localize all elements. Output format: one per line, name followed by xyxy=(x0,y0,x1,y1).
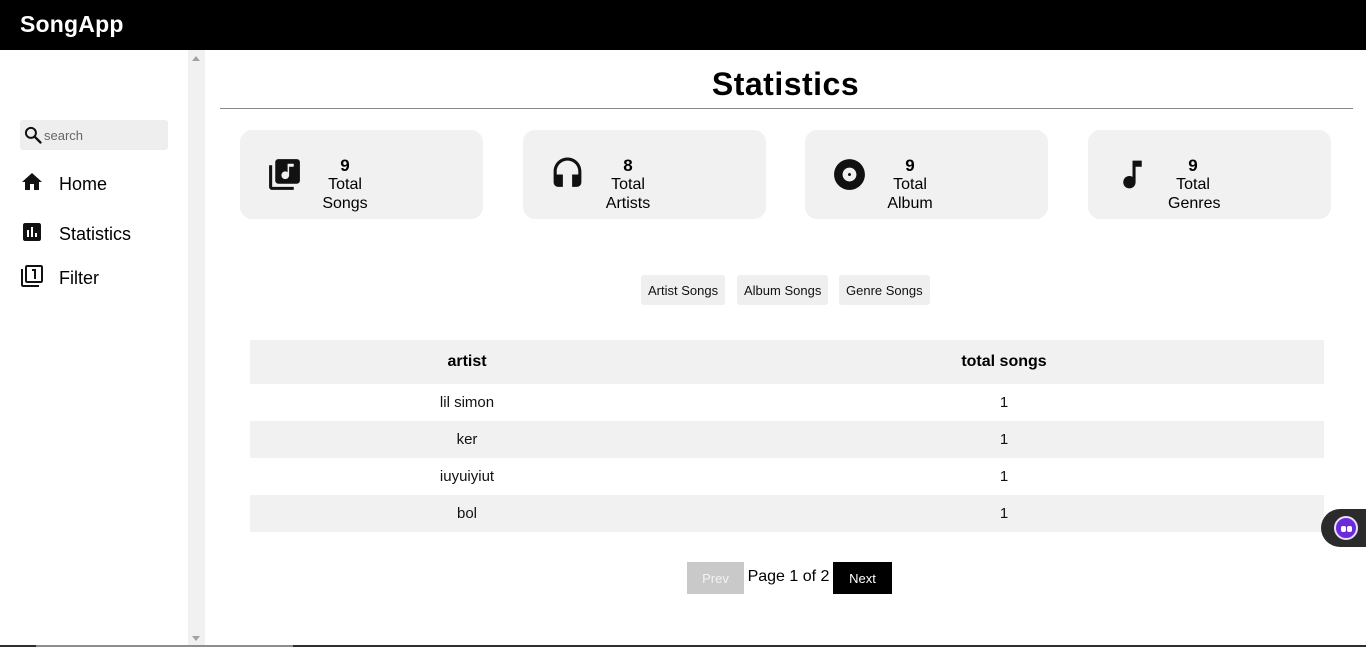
table-header-row: artist total songs xyxy=(250,340,1324,384)
app-brand[interactable]: SongApp xyxy=(20,11,124,38)
cell-total-songs: 1 xyxy=(999,468,1009,485)
stat-value: 9 xyxy=(1188,156,1198,175)
stat-label-line1: Total xyxy=(1176,176,1210,193)
main-content: Statistics 9 Total Songs 8 Total Artists… xyxy=(205,50,1366,647)
cell-artist: ker xyxy=(250,421,684,458)
prev-page-button[interactable]: Prev xyxy=(687,562,744,594)
stats-table: artist total songs lil simon 1 ker 1 iuy… xyxy=(250,340,1324,532)
cell-total-songs: 1 xyxy=(684,495,1324,532)
sidebar: Home Statistics Filter xyxy=(0,50,188,647)
search-input[interactable] xyxy=(44,125,162,145)
headphones-icon xyxy=(553,157,582,187)
stat-label-line2: Album xyxy=(887,195,933,212)
table-row[interactable]: ker 1 xyxy=(250,421,1324,458)
tab-artist-songs[interactable]: Artist Songs xyxy=(641,275,726,305)
stat-card-albums: 9 Total Album xyxy=(805,130,1048,219)
search-icon xyxy=(24,126,42,144)
stat-value: 9 xyxy=(340,156,350,175)
stat-label-line1: Total xyxy=(893,176,927,193)
stats-tab-row: Artist Songs Album Songs Genre Songs xyxy=(205,275,1366,305)
stat-label-line1: Total xyxy=(611,176,645,193)
cell-artist: bol xyxy=(250,495,684,532)
bot-face-icon xyxy=(1334,516,1358,540)
title-divider xyxy=(220,108,1353,109)
scroll-up-arrow-icon[interactable] xyxy=(192,56,200,61)
sidebar-item-label: Home xyxy=(59,174,108,194)
library-music-icon xyxy=(269,159,300,190)
cell-artist: iuyuiyiut xyxy=(439,468,495,485)
cell-total-songs: 1 xyxy=(999,394,1009,411)
music-note-icon xyxy=(1123,160,1142,189)
page-indicator: Page 1 of 2 xyxy=(747,568,830,585)
scroll-down-arrow-icon[interactable] xyxy=(192,636,200,641)
next-page-button[interactable]: Next xyxy=(833,562,892,594)
stat-label-line2: Genres xyxy=(1168,195,1221,212)
stat-label-line2: Artists xyxy=(605,195,651,212)
cell-total-songs: 1 xyxy=(684,421,1324,458)
table-row[interactable]: bol 1 xyxy=(250,495,1324,532)
tab-genre-songs[interactable]: Genre Songs xyxy=(839,275,930,305)
search-box[interactable] xyxy=(20,120,168,150)
stat-card-artists: 8 Total Artists xyxy=(523,130,766,219)
stat-card-genres: 9 Total Genres xyxy=(1088,130,1331,219)
album-disc-icon xyxy=(834,159,865,190)
stat-value: 9 xyxy=(905,156,915,175)
sidebar-item-label: Filter xyxy=(59,268,99,288)
bar-chart-icon xyxy=(23,223,41,241)
table-row[interactable]: iuyuiyiut 1 xyxy=(250,458,1324,495)
table-row[interactable]: lil simon 1 xyxy=(250,384,1324,421)
stat-label-line1: Total xyxy=(328,176,362,193)
column-header-total-songs[interactable]: total songs xyxy=(684,340,1324,384)
home-icon xyxy=(22,173,42,190)
stat-card-songs: 9 Total Songs xyxy=(240,130,483,219)
stat-value: 8 xyxy=(623,156,633,175)
column-header-artist[interactable]: artist xyxy=(250,340,684,384)
sidebar-item-label: Statistics xyxy=(59,224,132,244)
sidebar-scrollbar[interactable] xyxy=(188,50,205,647)
cell-artist: lil simon xyxy=(439,394,495,411)
bot-eye-right-icon xyxy=(1347,526,1352,532)
pagination: Prev Page 1 of 2 Next xyxy=(205,562,1366,594)
tab-album-songs[interactable]: Album Songs xyxy=(737,275,829,305)
stat-label-line2: Songs xyxy=(322,195,368,212)
filter-one-icon xyxy=(21,265,43,287)
assistant-launcher-button[interactable] xyxy=(1321,509,1366,547)
bot-eye-left-icon xyxy=(1341,526,1346,532)
top-bar: SongApp xyxy=(0,0,1366,50)
page-title: Statistics xyxy=(711,66,860,102)
